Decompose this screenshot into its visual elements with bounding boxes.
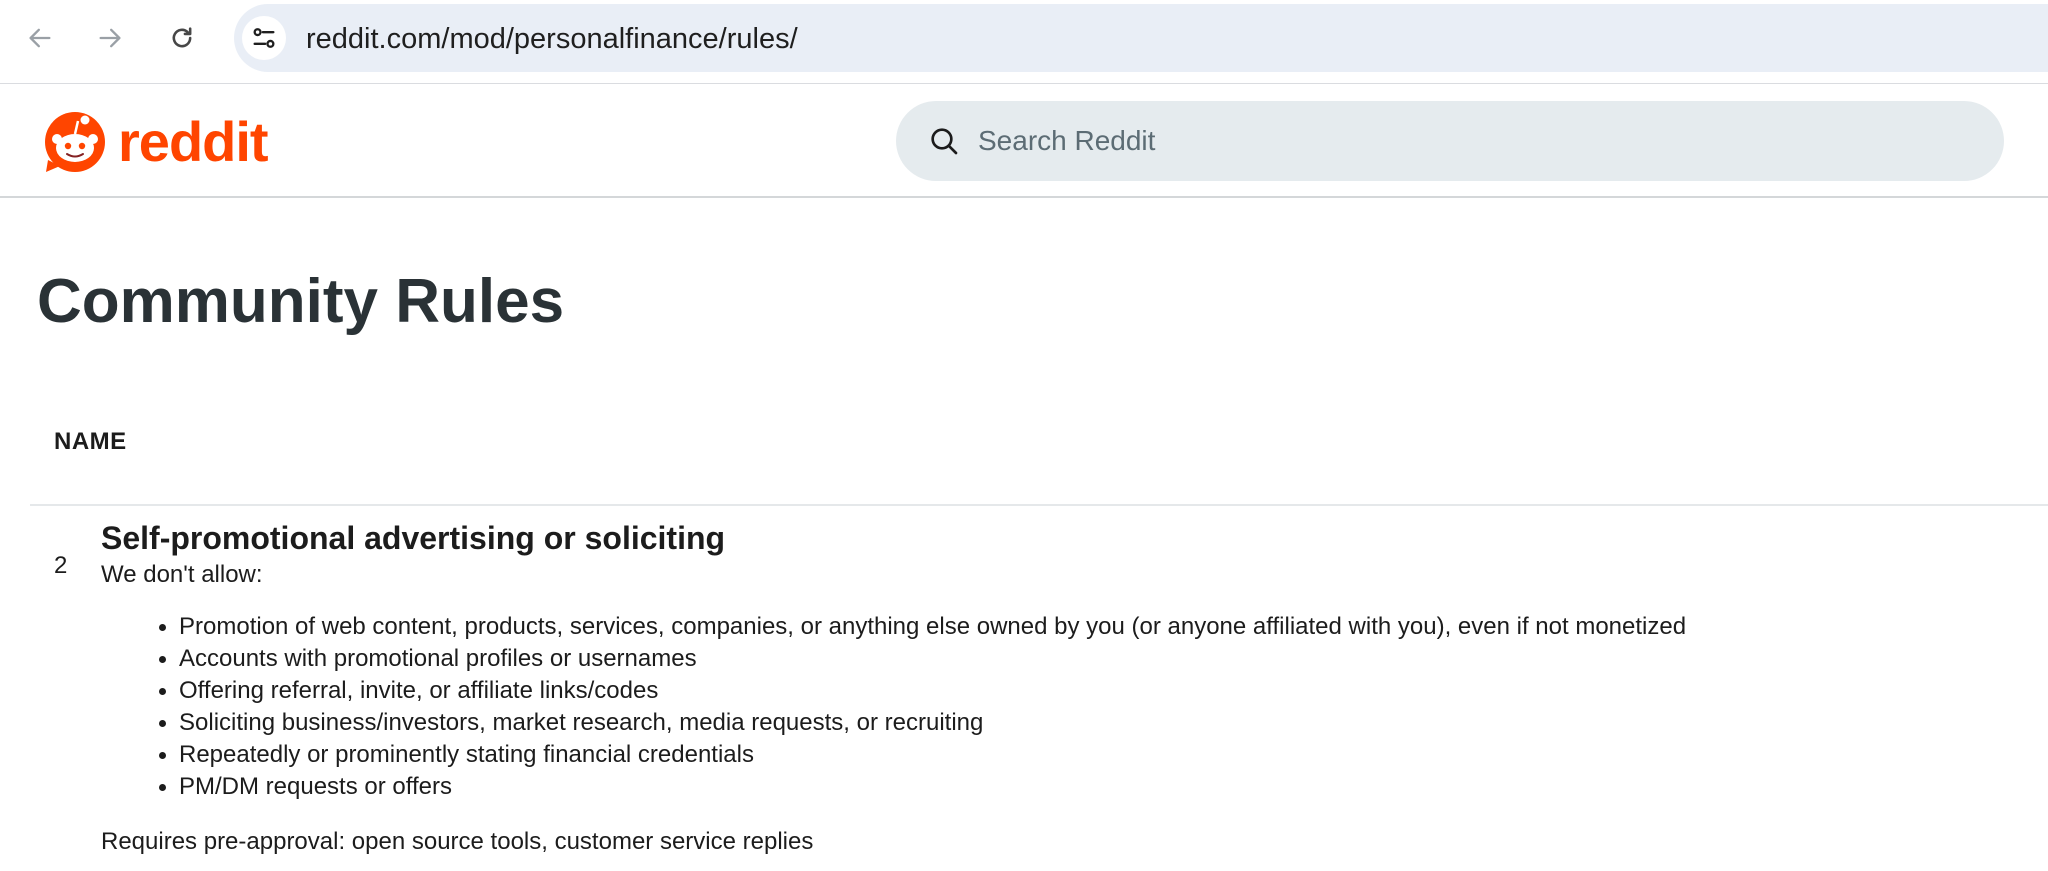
rule-title: Self-promotional advertising or soliciti… bbox=[101, 520, 726, 556]
site-settings-button[interactable] bbox=[242, 16, 286, 60]
reload-button[interactable] bbox=[161, 17, 203, 59]
list-item: Repeatedly or prominently stating financ… bbox=[158, 739, 1686, 771]
site-settings-icon bbox=[253, 28, 275, 48]
list-item: Promotion of web content, products, serv… bbox=[158, 611, 1686, 643]
site-header: reddit bbox=[0, 84, 2048, 198]
column-header-name[interactable]: NAME bbox=[54, 428, 127, 456]
list-item: Offering referral, invite, or affiliate … bbox=[158, 675, 1686, 707]
forward-arrow-icon bbox=[99, 28, 121, 48]
url-text[interactable]: reddit.com/mod/personalfinance/rules/ bbox=[306, 23, 798, 56]
search-icon bbox=[928, 125, 960, 157]
reload-icon bbox=[172, 27, 192, 48]
reddit-snoo-icon bbox=[45, 112, 105, 172]
rule-number: 2 bbox=[54, 552, 68, 579]
back-button[interactable] bbox=[19, 17, 61, 59]
address-bar[interactable]: reddit.com/mod/personalfinance/rules/ bbox=[234, 4, 2048, 72]
rule-row[interactable]: 2 Self-promotional advertising or solici… bbox=[0, 506, 2048, 871]
rule-footer-note: Requires pre-approval: open source tools… bbox=[101, 828, 814, 855]
browser-toolbar: reddit.com/mod/personalfinance/rules/ bbox=[0, 0, 2048, 84]
forward-button[interactable] bbox=[89, 17, 131, 59]
page-title: Community Rules bbox=[37, 267, 565, 336]
search-bar[interactable] bbox=[896, 101, 2004, 181]
reddit-wordmark: reddit bbox=[118, 109, 269, 173]
back-arrow-icon bbox=[29, 28, 51, 48]
list-item: Soliciting business/investors, market re… bbox=[158, 707, 1686, 739]
rule-list: Promotion of web content, products, serv… bbox=[158, 611, 1686, 803]
rule-intro: We don't allow: bbox=[101, 561, 263, 588]
list-item: PM/DM requests or offers bbox=[158, 771, 1686, 803]
list-item: Accounts with promotional profiles or us… bbox=[158, 643, 1686, 675]
search-input[interactable] bbox=[978, 115, 1958, 167]
reddit-logo[interactable]: reddit bbox=[42, 108, 269, 174]
